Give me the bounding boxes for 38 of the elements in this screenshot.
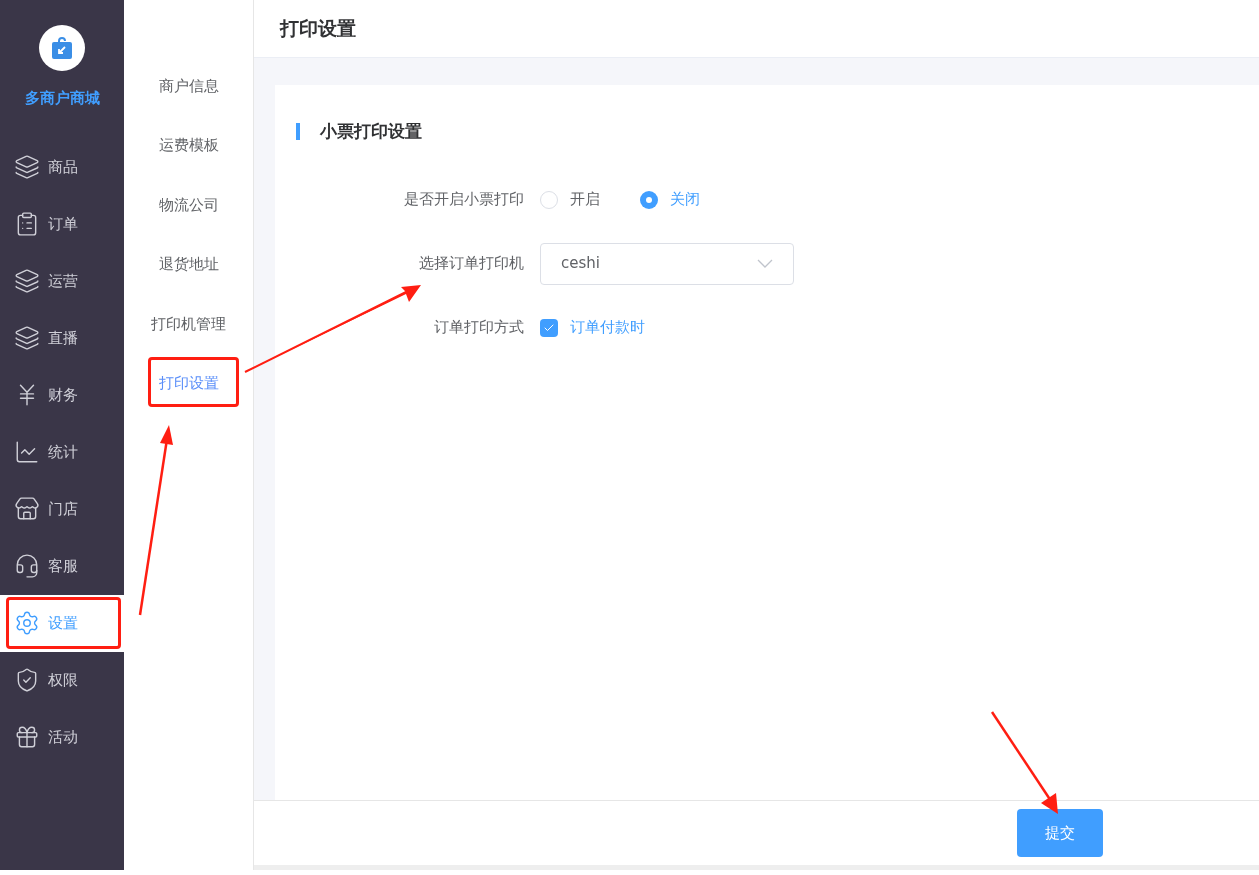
line-chart-icon	[14, 439, 40, 465]
gift-icon	[14, 724, 40, 750]
brand-name: 多商户商城	[24, 88, 100, 109]
nav-item[interactable]: 财务	[0, 366, 124, 424]
submenu-item[interactable]: 打印机管理	[151, 294, 226, 354]
submenu-item[interactable]: 退货地址	[158, 234, 219, 294]
shopping-bag-logo-icon	[39, 25, 85, 71]
headset-icon	[14, 553, 40, 579]
radio-icon	[540, 190, 558, 209]
settings-icon	[14, 610, 40, 636]
select-value: ceshi	[561, 253, 600, 275]
field-label: 选择订单打印机	[418, 253, 525, 275]
chevron-down-icon	[757, 259, 773, 268]
submenu-item[interactable]: 商户信息	[158, 56, 219, 116]
radio-option[interactable]: 开启	[540, 188, 600, 211]
nav-item[interactable]: 权限	[0, 651, 124, 709]
printer-select[interactable]: ceshi	[540, 242, 794, 285]
field-label: 是否开启小票打印	[403, 189, 525, 211]
nav-item[interactable]: 订单	[0, 195, 124, 253]
section-title: 小票打印设置	[320, 120, 422, 143]
nav-item[interactable]: 客服	[0, 537, 124, 595]
nav-item[interactable]: 活动	[0, 708, 124, 766]
submenu-item[interactable]: 运费模板	[158, 115, 219, 175]
field-label: 订单打印方式	[433, 317, 525, 339]
submenu-item[interactable]: 物流公司	[158, 175, 219, 235]
page-title: 打印设置	[280, 16, 356, 42]
layers-icon	[14, 325, 40, 351]
layers-icon	[14, 268, 40, 294]
nav-item[interactable]: 运营	[0, 252, 124, 310]
nav-item[interactable]: 门店	[0, 480, 124, 538]
section-marker	[296, 123, 300, 141]
nav-item[interactable]: 直播	[0, 309, 124, 367]
nav-item[interactable]: 统计	[0, 423, 124, 481]
checkbox-icon	[540, 318, 558, 337]
layers-icon	[14, 154, 40, 180]
nav-item[interactable]: 商品	[0, 138, 124, 196]
radio-icon	[640, 190, 658, 209]
store-icon	[14, 496, 40, 522]
